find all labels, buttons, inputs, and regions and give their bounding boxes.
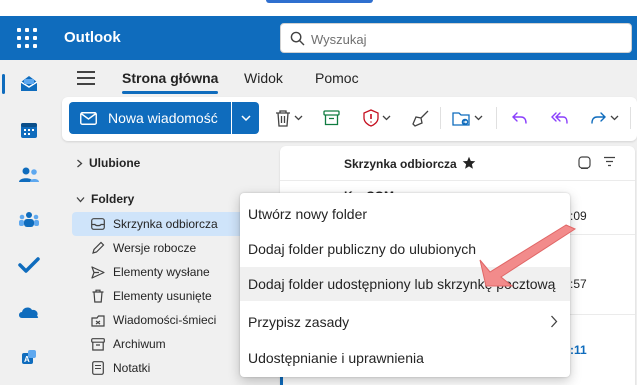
onedrive-icon[interactable] xyxy=(8,294,50,330)
list-tools xyxy=(578,156,616,169)
app-title[interactable]: Outlook xyxy=(64,29,121,46)
folder-label: Elementy wysłane xyxy=(113,265,210,279)
menu-item-sharing-permissions[interactable]: Udostępnianie i uprawnienia xyxy=(240,341,570,375)
select-icon[interactable] xyxy=(578,156,591,169)
folders-label: Foldery xyxy=(91,192,135,206)
favorites-label: Ulubione xyxy=(89,156,141,170)
command-toolbar: Nowa wiadomość xyxy=(62,97,637,141)
chevron-down-icon xyxy=(382,115,391,121)
menu-item-add-shared-folder[interactable]: Dodaj folder udostępniony lub skrzynkę p… xyxy=(240,267,570,301)
junk-icon xyxy=(90,312,106,328)
scrollbar[interactable] xyxy=(625,165,631,365)
reply-all-button[interactable] xyxy=(550,107,569,129)
menu-item-new-folder[interactable]: Utwórz nowy folder xyxy=(240,197,570,231)
toolbar-separator xyxy=(496,107,497,129)
message-time: :09 xyxy=(570,209,587,223)
chevron-right-icon xyxy=(77,159,83,167)
message-list-title: Skrzynka odbiorcza xyxy=(344,157,457,171)
new-mail-button[interactable]: Nowa wiadomość xyxy=(69,102,231,134)
inbox-icon xyxy=(90,216,106,232)
menu-item-label: Przypisz zasady xyxy=(248,314,350,330)
tab-home[interactable]: Strona główna xyxy=(122,70,219,94)
notes-icon xyxy=(90,360,106,376)
calendar-icon[interactable] xyxy=(8,112,50,148)
tab-view[interactable]: Widok xyxy=(244,70,283,86)
app-header: Outlook xyxy=(0,16,637,60)
folder-label: Skrzynka odbiorcza xyxy=(113,217,218,231)
move-to-folder-button[interactable] xyxy=(452,107,483,129)
folder-label: Elementy usunięte xyxy=(113,289,212,303)
folder-context-menu: Utwórz nowy folder Dodaj folder publiczn… xyxy=(240,193,570,377)
draft-icon xyxy=(90,240,106,256)
folders-group[interactable]: Foldery xyxy=(76,192,134,206)
search-box[interactable] xyxy=(280,23,632,53)
filter-icon[interactable] xyxy=(603,156,616,167)
archive-icon xyxy=(90,336,106,352)
report-button[interactable] xyxy=(363,107,391,129)
app-launcher-icon[interactable] xyxy=(12,23,42,53)
teams-icon[interactable] xyxy=(8,202,50,238)
todo-icon[interactable] xyxy=(8,247,50,283)
app-rail: A xyxy=(0,60,57,385)
archive-icon xyxy=(323,110,340,126)
message-time: :57 xyxy=(570,277,587,291)
tab-help[interactable]: Pomoc xyxy=(315,70,359,86)
reply-all-icon xyxy=(551,112,568,124)
archive-button[interactable] xyxy=(323,107,340,129)
folder-label: Notatki xyxy=(113,361,151,375)
mail-icon[interactable] xyxy=(2,66,50,102)
forward-button[interactable] xyxy=(590,107,619,129)
delete-button[interactable] xyxy=(275,107,303,129)
chevron-down-icon xyxy=(294,115,303,121)
apps-icon[interactable]: A xyxy=(8,340,50,376)
toolbar-separator xyxy=(630,107,631,129)
message-time: :11 xyxy=(570,343,587,357)
forward-icon xyxy=(591,112,606,124)
favorites-group[interactable]: Ulubione xyxy=(76,156,140,170)
folder-label: Wiadomości-śmieci xyxy=(113,313,217,327)
delete-icon xyxy=(276,110,290,127)
browser-top-strip xyxy=(0,0,637,16)
chevron-down-icon xyxy=(610,115,619,121)
chevron-down-icon xyxy=(474,115,483,121)
new-mail-label: Nowa wiadomość xyxy=(108,110,218,126)
sweep-button[interactable] xyxy=(412,107,430,129)
chevron-down-icon xyxy=(76,196,85,202)
menu-item-assign-policy[interactable]: Przypisz zasady xyxy=(240,305,570,339)
chevron-down-icon xyxy=(240,115,251,121)
reply-icon xyxy=(512,112,527,124)
svg-text:A: A xyxy=(24,355,30,364)
folder-label: Archiwum xyxy=(113,337,166,351)
sent-icon xyxy=(90,264,106,280)
move-to-folder-icon xyxy=(452,111,470,126)
tab-indicator xyxy=(266,0,373,3)
menu-item-add-public-folder[interactable]: Dodaj folder publiczny do ulubionych xyxy=(240,232,570,266)
search-input[interactable] xyxy=(311,29,611,49)
delete-icon xyxy=(90,288,106,304)
mail-icon xyxy=(80,111,97,125)
people-icon[interactable] xyxy=(8,157,50,193)
favorite-star-icon[interactable] xyxy=(462,156,476,170)
chevron-right-icon xyxy=(551,315,558,328)
toolbar-separator xyxy=(440,107,441,129)
folder-label: Wersje robocze xyxy=(113,241,197,255)
sweep-icon xyxy=(412,110,429,127)
reply-button[interactable] xyxy=(511,107,528,129)
report-icon xyxy=(363,109,379,127)
new-mail-dropdown[interactable] xyxy=(232,102,259,134)
search-icon xyxy=(290,31,305,46)
nav-toggle-icon[interactable] xyxy=(77,69,97,87)
